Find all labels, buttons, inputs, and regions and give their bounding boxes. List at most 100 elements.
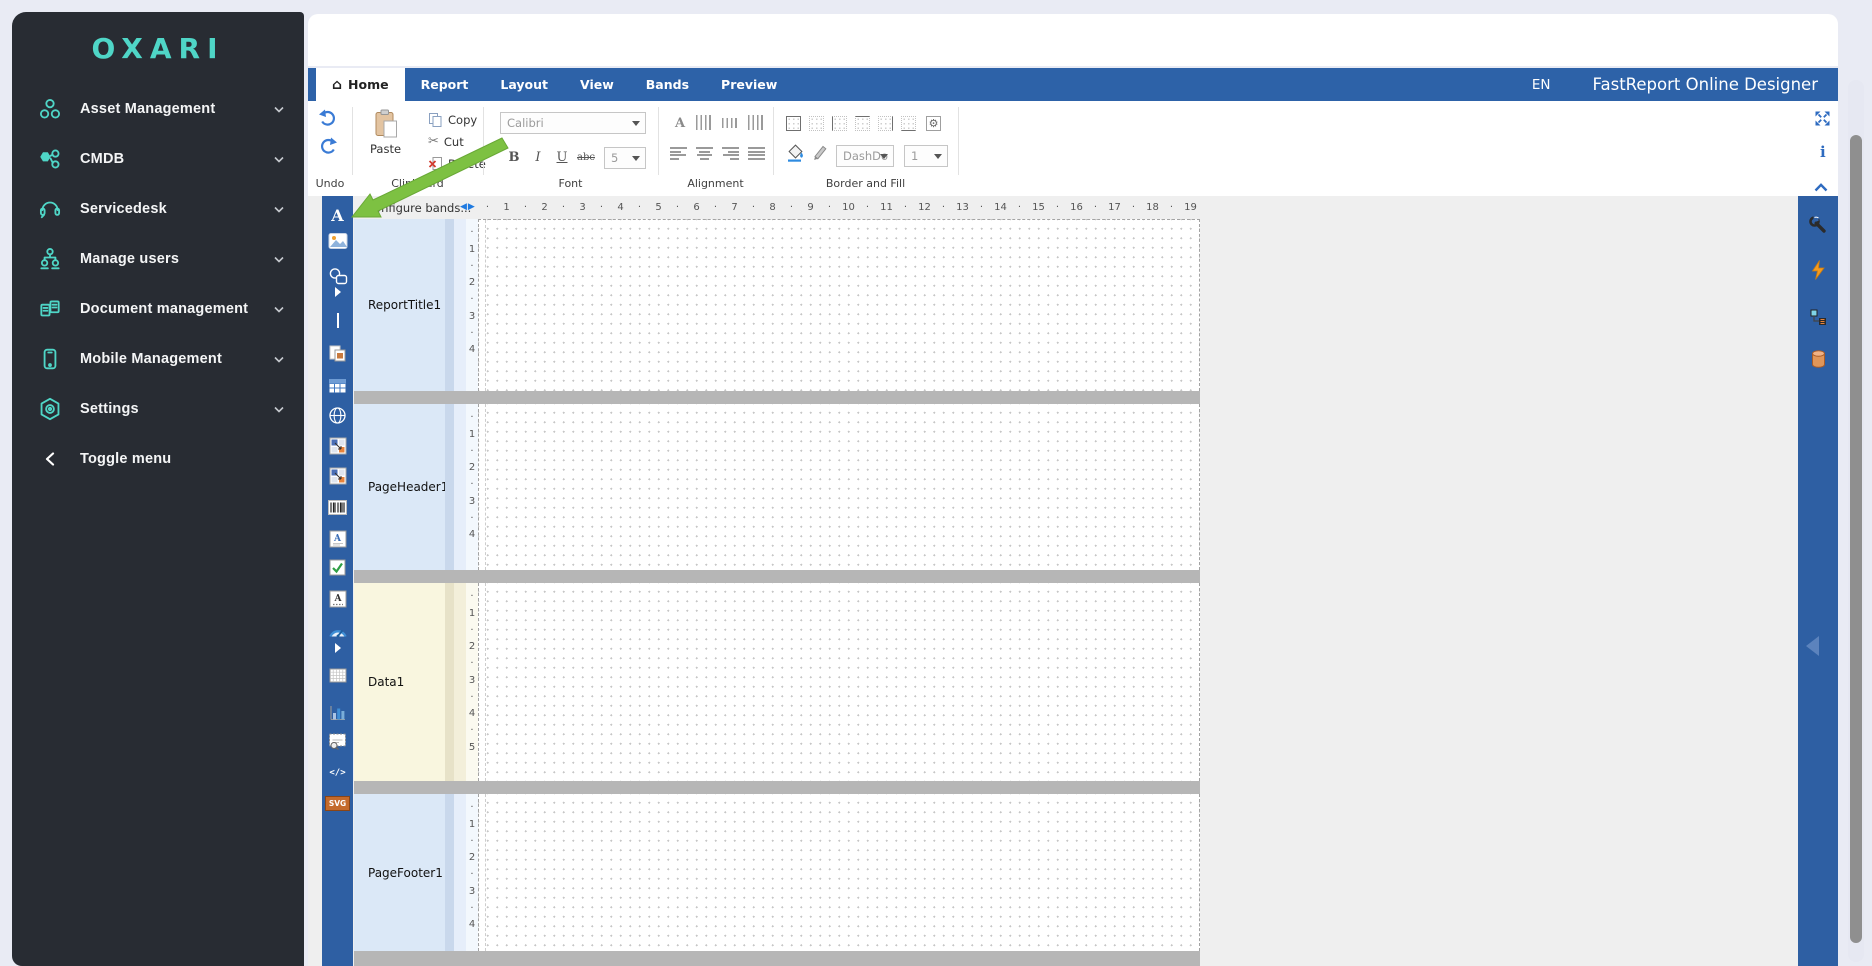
bar	[670, 154, 686, 156]
svg-tool-icon[interactable]: SVG	[326, 792, 349, 815]
picture-tool-icon[interactable]	[326, 229, 349, 252]
report-page-area[interactable]	[478, 404, 1200, 570]
band-data[interactable]: Data1 ·1·2·3·4·5	[354, 583, 1200, 781]
shape-tool-icon[interactable]	[326, 264, 349, 287]
ruler-tick: 2	[469, 850, 475, 867]
html-tool-icon[interactable]: </>	[326, 761, 349, 784]
border-none-button[interactable]	[809, 116, 824, 131]
configure-bands-button[interactable]: Configure bands...	[366, 201, 471, 215]
vertical-align-top-button[interactable]	[696, 115, 712, 130]
align-left-button[interactable]	[670, 147, 687, 160]
collapse-ribbon-button[interactable]	[1814, 177, 1828, 196]
font-size-value: 5	[611, 151, 618, 165]
sidebar-item-manage-users[interactable]: Manage users	[12, 234, 304, 284]
align-center-button[interactable]	[696, 147, 713, 160]
copy-button[interactable]: Copy	[428, 112, 477, 128]
band-separator[interactable]	[354, 951, 1200, 966]
border-all-button[interactable]	[786, 116, 801, 131]
report-page-area[interactable]	[478, 794, 1200, 951]
text-block-tool-icon[interactable]: A	[326, 587, 349, 610]
tab-report[interactable]: Report	[405, 68, 485, 101]
tab-view[interactable]: View	[564, 68, 630, 101]
chart-tool-icon[interactable]	[326, 701, 349, 724]
gauge-tool-icon[interactable]	[326, 619, 349, 642]
border-width-select[interactable]: 1	[904, 145, 948, 167]
language-selector[interactable]: EN	[1532, 77, 1551, 93]
band-separator[interactable]	[354, 781, 1200, 794]
shape-more-caret[interactable]	[326, 286, 349, 298]
data-source-icon[interactable]	[1807, 348, 1829, 370]
bar	[697, 154, 713, 156]
properties-wrench-icon[interactable]	[1807, 214, 1829, 236]
report-page-area[interactable]	[478, 219, 1200, 391]
italic-button[interactable]: I	[528, 147, 548, 167]
line-tool-icon[interactable]	[326, 309, 349, 332]
text-tool-icon[interactable]: A	[326, 204, 349, 227]
band-nav-arrows[interactable]: ◀▶	[460, 201, 476, 212]
map-tool-icon[interactable]	[326, 404, 349, 427]
strikethrough-button[interactable]: abc	[576, 147, 596, 167]
redo-button[interactable]	[318, 137, 338, 155]
vertical-align-bottom-button[interactable]	[748, 115, 764, 130]
fullscreen-button[interactable]	[1814, 110, 1831, 131]
matrix-tool-icon[interactable]	[326, 434, 349, 457]
line-color-button[interactable]	[810, 143, 828, 161]
align-justify-button[interactable]	[748, 147, 765, 160]
delete-button[interactable]: Delete	[428, 156, 486, 171]
sidebar-item-cmdb[interactable]: CMDB	[12, 134, 304, 184]
sidebar-toggle-menu[interactable]: Toggle menu	[12, 434, 304, 484]
tab-home[interactable]: ⌂ Home	[316, 68, 405, 101]
band-page-header[interactable]: PageHeader1 ·1·2·3·4	[354, 404, 1200, 570]
grid-tool-icon[interactable]	[326, 664, 349, 687]
sidebar-item-settings[interactable]: Settings	[12, 384, 304, 434]
tab-layout[interactable]: Layout	[484, 68, 564, 101]
collapse-panel-arrow[interactable]	[1806, 636, 1819, 656]
border-style-select[interactable]: DashDo	[836, 145, 894, 167]
sidebar-item-asset-management[interactable]: Asset Management	[12, 84, 304, 134]
barcode-tool-icon[interactable]	[326, 496, 349, 519]
font-color-button[interactable]: A	[670, 113, 690, 133]
matrix-2-tool-icon[interactable]	[326, 464, 349, 487]
border-bottom-button[interactable]	[901, 116, 916, 131]
gauge-more-caret[interactable]	[326, 642, 349, 654]
table-tool-icon[interactable]	[326, 374, 349, 397]
band-separator[interactable]	[354, 391, 1200, 404]
tab-preview[interactable]: Preview	[705, 68, 793, 101]
ruler-tick: 1	[497, 200, 516, 216]
report-tree-icon[interactable]	[1807, 306, 1829, 328]
bold-button[interactable]: B	[504, 147, 524, 167]
undo-button[interactable]	[318, 109, 338, 127]
align-right-button[interactable]	[722, 147, 739, 160]
checkbox-tool-icon[interactable]	[326, 556, 349, 579]
border-settings-button[interactable]: ⚙	[926, 116, 941, 131]
rich-text-tool-icon[interactable]: A	[326, 527, 349, 550]
border-right-button[interactable]	[878, 116, 893, 131]
cut-button[interactable]: ✂ Cut	[428, 134, 464, 149]
sidebar-item-servicedesk[interactable]: Servicedesk	[12, 184, 304, 234]
paste-button[interactable]: Paste	[370, 109, 401, 156]
border-left-button[interactable]	[832, 116, 847, 131]
sidebar-item-mobile-management[interactable]: Mobile Management	[12, 334, 304, 384]
page-scrollbar-thumb[interactable]	[1850, 135, 1862, 943]
vertical-align-center-button[interactable]	[722, 115, 738, 130]
report-page-area[interactable]	[478, 583, 1200, 781]
info-button[interactable]: i	[1820, 143, 1826, 161]
sidebar-item-document-management[interactable]: Document management	[12, 284, 304, 334]
font-family-select[interactable]: Calibri	[500, 112, 646, 134]
band-report-title[interactable]: ReportTitle1 ·1·2·3·4	[354, 219, 1200, 391]
events-bolt-icon[interactable]	[1807, 259, 1829, 281]
band-separator[interactable]	[354, 570, 1200, 583]
fill-color-button[interactable]	[786, 143, 806, 162]
band-page-footer[interactable]: PageFooter1 ·1·2·3·4	[354, 794, 1200, 951]
font-size-select[interactable]: 5	[604, 147, 646, 169]
band-strip	[445, 404, 454, 570]
ruler-tick: 3	[469, 494, 475, 511]
subreport-tool-icon[interactable]	[326, 342, 349, 365]
paste-label: Paste	[370, 142, 401, 156]
ruler-tick: 3	[469, 673, 475, 690]
tab-bands[interactable]: Bands	[630, 68, 705, 101]
underline-button[interactable]: U	[552, 147, 572, 167]
border-top-button[interactable]	[855, 116, 870, 131]
ruler-tick: 6	[687, 200, 706, 216]
stamp-tool-icon[interactable]	[326, 729, 349, 752]
